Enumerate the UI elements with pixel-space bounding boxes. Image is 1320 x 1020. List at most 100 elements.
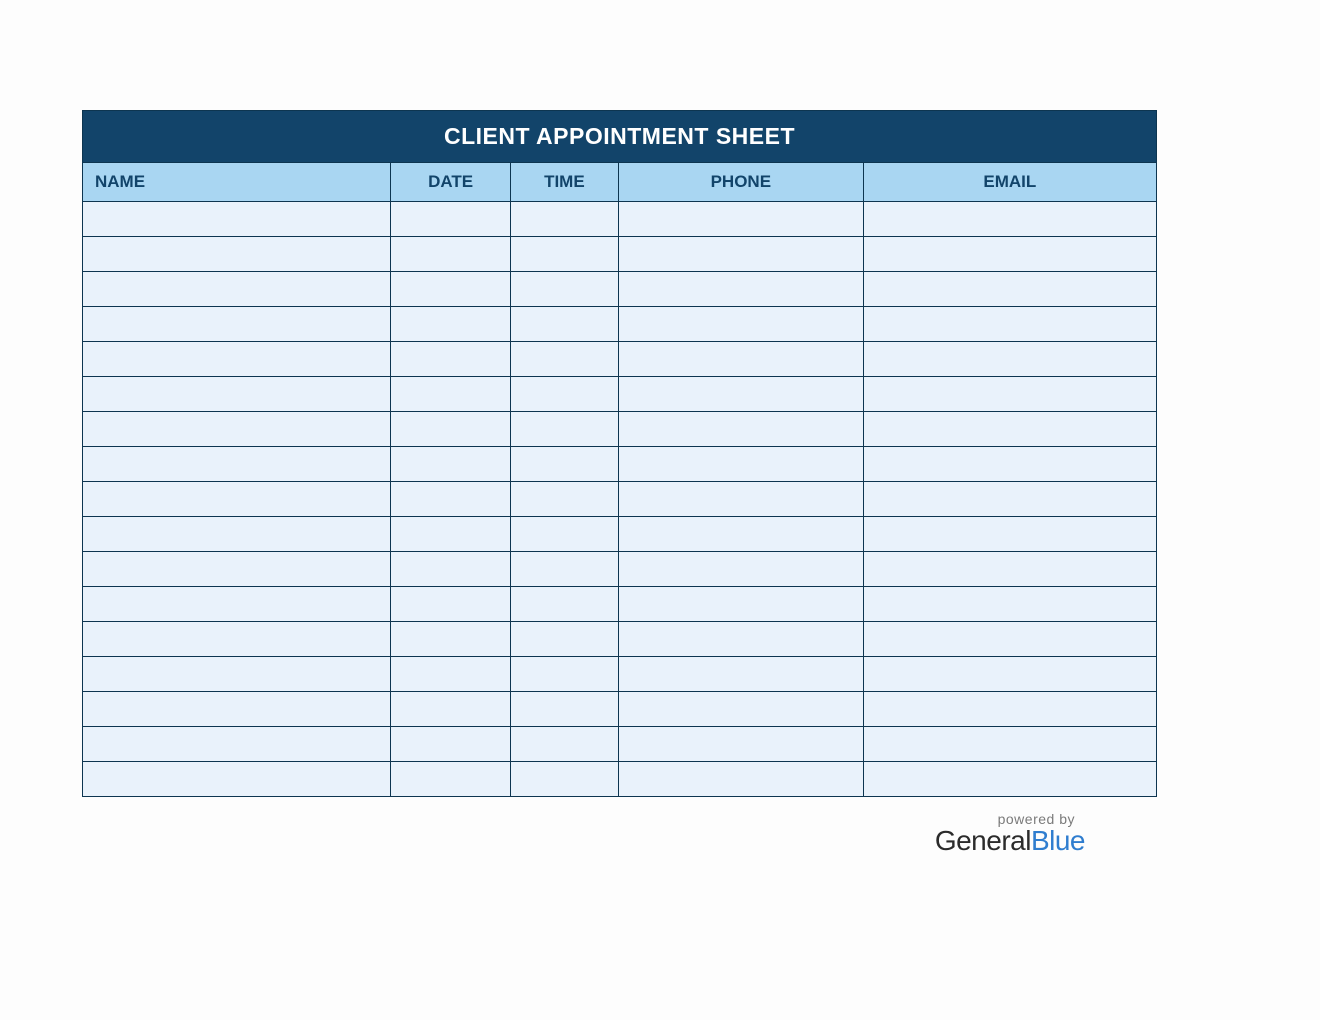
cell-time[interactable] [510,482,618,517]
cell-time[interactable] [510,202,618,237]
cell-phone[interactable] [618,517,863,552]
cell-phone[interactable] [618,202,863,237]
cell-phone[interactable] [618,587,863,622]
cell-name[interactable] [83,587,391,622]
header-row: NAME DATE TIME PHONE EMAIL [83,163,1157,202]
cell-phone[interactable] [618,377,863,412]
cell-email[interactable] [863,307,1156,342]
cell-phone[interactable] [618,412,863,447]
table-row [83,307,1157,342]
cell-email[interactable] [863,622,1156,657]
cell-time[interactable] [510,517,618,552]
cell-date[interactable] [391,237,510,272]
cell-name[interactable] [83,447,391,482]
cell-time[interactable] [510,727,618,762]
cell-time[interactable] [510,692,618,727]
cell-phone[interactable] [618,657,863,692]
cell-name[interactable] [83,307,391,342]
cell-name[interactable] [83,762,391,797]
cell-phone[interactable] [618,482,863,517]
cell-time[interactable] [510,272,618,307]
cell-phone[interactable] [618,342,863,377]
cell-phone[interactable] [618,727,863,762]
cell-date[interactable] [391,727,510,762]
table-row [83,657,1157,692]
cell-name[interactable] [83,202,391,237]
cell-phone[interactable] [618,692,863,727]
cell-date[interactable] [391,517,510,552]
cell-name[interactable] [83,237,391,272]
cell-name[interactable] [83,272,391,307]
cell-date[interactable] [391,202,510,237]
cell-email[interactable] [863,447,1156,482]
cell-date[interactable] [391,762,510,797]
cell-name[interactable] [83,377,391,412]
cell-name[interactable] [83,692,391,727]
appointment-sheet-table: CLIENT APPOINTMENT SHEET NAME DATE TIME … [82,110,1157,797]
cell-date[interactable] [391,342,510,377]
cell-email[interactable] [863,517,1156,552]
cell-date[interactable] [391,692,510,727]
cell-email[interactable] [863,202,1156,237]
brand-part2: Blue [1031,825,1085,856]
cell-date[interactable] [391,552,510,587]
cell-date[interactable] [391,272,510,307]
table-row [83,727,1157,762]
cell-time[interactable] [510,552,618,587]
cell-phone[interactable] [618,447,863,482]
cell-email[interactable] [863,587,1156,622]
cell-phone[interactable] [618,622,863,657]
cell-email[interactable] [863,377,1156,412]
brand-part1: General [935,825,1031,856]
cell-email[interactable] [863,552,1156,587]
table-row [83,202,1157,237]
cell-time[interactable] [510,447,618,482]
cell-name[interactable] [83,517,391,552]
cell-time[interactable] [510,342,618,377]
cell-email[interactable] [863,272,1156,307]
cell-name[interactable] [83,482,391,517]
cell-date[interactable] [391,587,510,622]
table-row [83,272,1157,307]
col-header-date: DATE [391,163,510,202]
cell-phone[interactable] [618,272,863,307]
cell-phone[interactable] [618,762,863,797]
cell-time[interactable] [510,657,618,692]
sheet-title: CLIENT APPOINTMENT SHEET [83,111,1157,163]
cell-email[interactable] [863,657,1156,692]
cell-date[interactable] [391,447,510,482]
cell-email[interactable] [863,692,1156,727]
cell-email[interactable] [863,482,1156,517]
brand-logo: GeneralBlue [82,825,1085,857]
cell-name[interactable] [83,727,391,762]
cell-time[interactable] [510,377,618,412]
cell-email[interactable] [863,727,1156,762]
cell-time[interactable] [510,587,618,622]
cell-time[interactable] [510,412,618,447]
cell-email[interactable] [863,237,1156,272]
cell-name[interactable] [83,342,391,377]
cell-phone[interactable] [618,307,863,342]
cell-date[interactable] [391,482,510,517]
cell-time[interactable] [510,237,618,272]
cell-phone[interactable] [618,237,863,272]
cell-phone[interactable] [618,552,863,587]
cell-date[interactable] [391,622,510,657]
cell-name[interactable] [83,657,391,692]
cell-date[interactable] [391,412,510,447]
table-row [83,412,1157,447]
cell-name[interactable] [83,552,391,587]
cell-email[interactable] [863,762,1156,797]
cell-time[interactable] [510,307,618,342]
cell-email[interactable] [863,412,1156,447]
cell-name[interactable] [83,412,391,447]
cell-date[interactable] [391,377,510,412]
table-row [83,237,1157,272]
cell-date[interactable] [391,657,510,692]
cell-time[interactable] [510,622,618,657]
cell-name[interactable] [83,622,391,657]
cell-date[interactable] [391,307,510,342]
cell-time[interactable] [510,762,618,797]
cell-email[interactable] [863,342,1156,377]
col-header-phone: PHONE [618,163,863,202]
